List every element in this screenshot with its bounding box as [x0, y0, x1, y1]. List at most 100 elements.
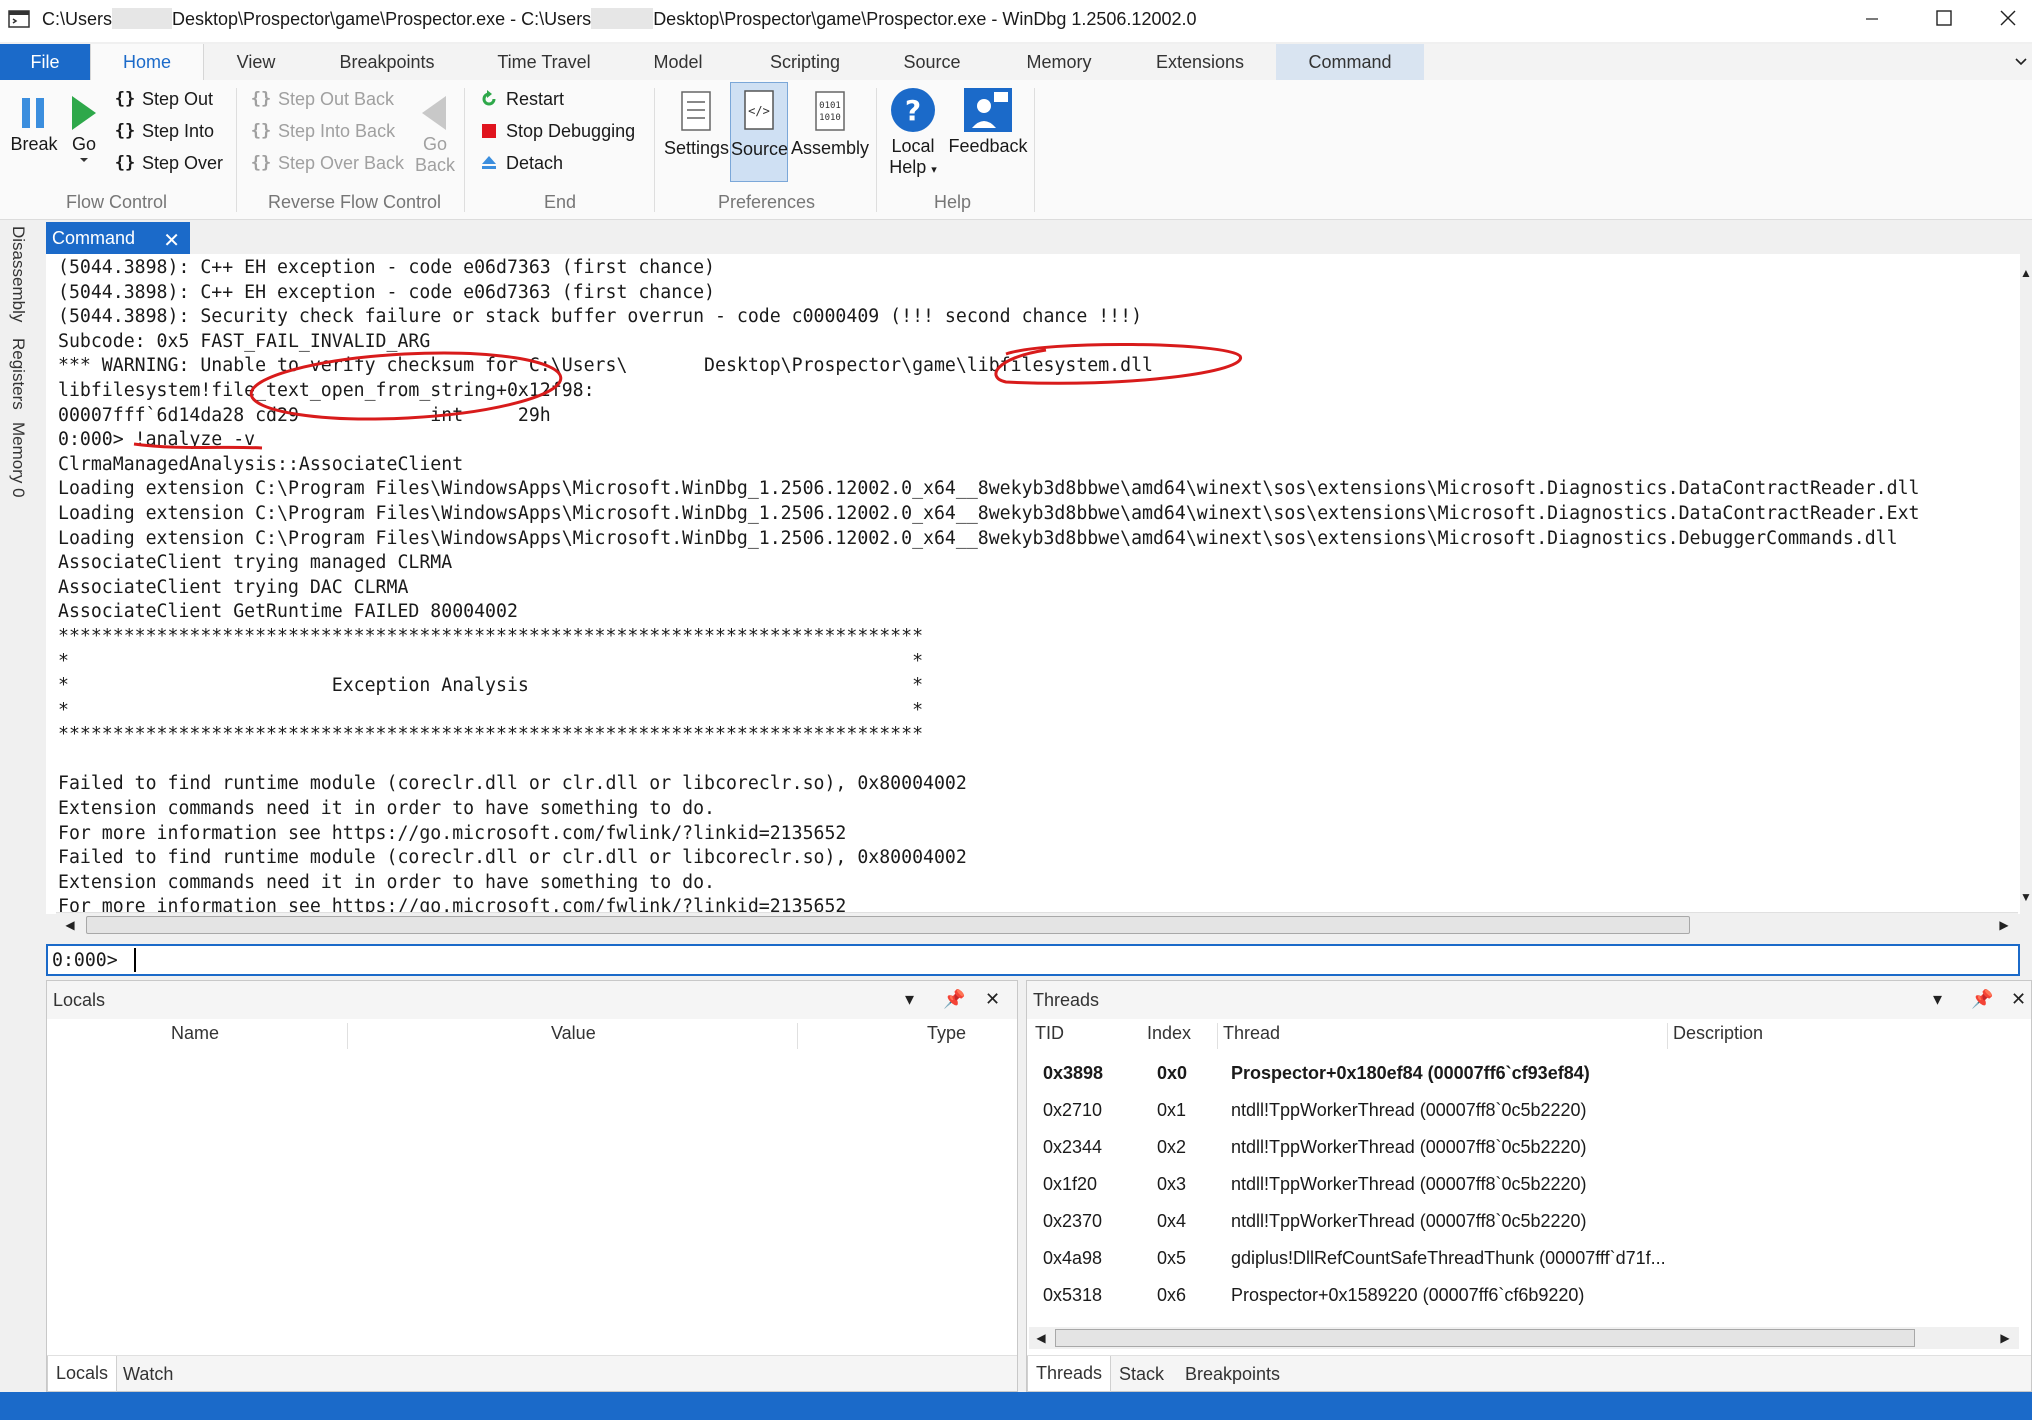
tab-memory[interactable]: Memory — [1012, 44, 1106, 80]
break-button[interactable]: Break — [8, 90, 60, 155]
command-prompt: 0:000> — [52, 950, 118, 971]
side-tab-registers[interactable]: Registers — [8, 338, 28, 410]
tab-threads[interactable]: Threads — [1027, 1356, 1112, 1392]
tab-view[interactable]: View — [214, 44, 298, 80]
threads-panel: Threads ▾ 📌 ✕ TID Index Thread Descripti… — [1026, 980, 2032, 1392]
thread-row[interactable]: 0x2710 0x1 ntdll!TppWorkerThread (00007ff8… — [1027, 1092, 2031, 1129]
command-output-line: libfilesystem!file_text_open_from_string… — [58, 379, 595, 401]
command-output[interactable]: (5044.3898): C++ EH exception - code e06… — [46, 254, 2020, 914]
assembly-button[interactable]: 0101 1010 Assembly — [790, 86, 870, 159]
threads-horizontal-scrollbar[interactable]: ◀ ▶ — [1029, 1327, 2019, 1349]
thread-row[interactable]: 0x1f20 0x3 ntdll!TppWorkerThread (00007ff8… — [1027, 1166, 2031, 1203]
close-icon[interactable]: ✕ — [2011, 989, 2026, 1010]
side-tab-memory-0[interactable]: Memory 0 — [8, 422, 28, 498]
reverse-flow-control-group-label: Reverse Flow Control — [268, 192, 442, 212]
go-back-button[interactable]: Go Back — [410, 90, 460, 176]
threads-column-index[interactable]: Index — [1147, 1023, 1191, 1051]
tab-time-travel[interactable]: Time Travel — [480, 44, 608, 80]
windbg-window: C:\Users Desktop\Prospector\game\Prospect… — [0, 0, 2032, 1420]
threads-column-description[interactable]: Description — [1673, 1023, 1763, 1051]
scroll-right-arrow-icon[interactable]: ▶ — [1992, 914, 2016, 936]
scroll-down-arrow-icon[interactable]: ▼ — [2014, 886, 2032, 908]
step-over-button[interactable]: {} Step Over — [112, 150, 223, 176]
close-window-button[interactable] — [1976, 0, 2032, 36]
column-separator[interactable] — [1667, 1023, 1668, 1049]
window-title-part: Desktop\Prospector\game\Prospector.exe -… — [653, 9, 1197, 29]
locals-column-value[interactable]: Value — [551, 1023, 596, 1051]
stop-debugging-button[interactable]: Stop Debugging — [476, 118, 635, 144]
threads-column-thread[interactable]: Thread — [1223, 1023, 1280, 1051]
command-output-line: Loading extension C:\Program Files\Windo… — [58, 478, 1920, 500]
feedback-button[interactable]: Feedback — [946, 84, 1030, 157]
local-help-button[interactable]: ? Local Help ▾ — [886, 84, 940, 178]
tab-locals[interactable]: Locals — [47, 1356, 118, 1392]
settings-button[interactable]: Settings — [664, 86, 729, 159]
column-separator[interactable] — [797, 1023, 798, 1049]
close-icon[interactable]: ✕ — [163, 228, 180, 253]
scroll-up-arrow-icon[interactable]: ▲ — [2014, 262, 2032, 284]
scroll-right-arrow-icon[interactable]: ▶ — [1993, 1327, 2017, 1349]
step-into-button[interactable]: {} Step Into — [112, 118, 214, 144]
locals-column-name[interactable]: Name — [171, 1023, 219, 1051]
thread-row[interactable]: 0x5318 0x6 Prospector+0x1589220 (00007ff6`… — [1027, 1277, 2031, 1314]
ribbon-separator — [1034, 88, 1035, 212]
thread-row[interactable]: 0x4a98 0x5 gdiplus!DllRefCountSafeThreadTh… — [1027, 1240, 2031, 1277]
ribbon-collapse-chevron-icon[interactable] — [2010, 44, 2032, 80]
scrollbar-thumb[interactable] — [1055, 1329, 1915, 1347]
step-out-back-button[interactable]: {} Step Out Back — [248, 86, 394, 112]
tab-breakpoints[interactable]: Breakpoints — [320, 44, 454, 80]
scroll-left-arrow-icon[interactable]: ◀ — [58, 914, 82, 936]
tab-scripting[interactable]: Scripting — [752, 44, 858, 80]
detach-button[interactable]: Detach — [476, 150, 563, 176]
locals-column-type[interactable]: Type — [927, 1023, 966, 1051]
dropdown-icon[interactable]: ▾ — [1933, 989, 1942, 1010]
dropdown-icon[interactable]: ▾ — [905, 989, 914, 1010]
tab-stack[interactable]: Stack — [1111, 1356, 1172, 1392]
scrollbar-thumb[interactable] — [86, 916, 1690, 934]
tab-extensions[interactable]: Extensions — [1142, 44, 1258, 80]
command-output-line: (5044.3898): C++ EH exception - code e06… — [58, 257, 715, 278]
command-output-line: ClrmaManagedAnalysis::AssociateClient — [58, 453, 464, 475]
source-label: Source — [731, 139, 789, 159]
tab-home[interactable]: Home — [90, 44, 204, 81]
command-tab[interactable]: Command ✕ — [46, 222, 190, 254]
thread-row[interactable]: 0x2344 0x2 ntdll!TppWorkerThread (00007ff8… — [1027, 1129, 2031, 1166]
stop-icon — [476, 118, 502, 144]
step-over-back-button[interactable]: {} Step Over Back — [248, 150, 404, 176]
step-out-button[interactable]: {} Step Out — [112, 86, 213, 112]
maximize-button[interactable] — [1912, 0, 1976, 36]
close-icon[interactable]: ✕ — [985, 989, 1000, 1010]
side-tab-disassembly[interactable]: Disassembly — [8, 226, 28, 322]
column-separator[interactable] — [1217, 1023, 1218, 1049]
pin-icon[interactable]: 📌 — [943, 989, 965, 1010]
thread-row[interactable]: 0x2370 0x4 ntdll!TppWorkerThread (00007ff8… — [1027, 1203, 2031, 1240]
tab-model[interactable]: Model — [636, 44, 720, 80]
ribbon-separator — [236, 88, 237, 212]
left-side-tabs: Disassembly Registers Memory 0 — [0, 222, 44, 1392]
restart-button[interactable]: Restart — [476, 86, 564, 112]
command-output-line: * * — [58, 699, 924, 721]
step-into-back-button[interactable]: {} Step Into Back — [248, 118, 395, 144]
pin-icon[interactable]: 📌 — [1971, 989, 1993, 1010]
tab-source[interactable]: Source — [888, 44, 976, 80]
windbg-app-icon — [8, 9, 32, 31]
go-button[interactable]: Go — [64, 90, 104, 165]
source-button[interactable]: </> Source — [730, 82, 788, 182]
column-separator[interactable] — [347, 1023, 348, 1049]
go-back-label: Back — [414, 155, 456, 175]
break-label: Break — [10, 134, 58, 154]
pause-icon — [22, 98, 44, 128]
tab-file[interactable]: File — [0, 44, 90, 80]
thread-row[interactable]: 0x3898 0x0 Prospector+0x180ef84 (00007ff6`… — [1027, 1055, 2031, 1092]
command-input[interactable] — [134, 948, 1994, 972]
threads-column-tid[interactable]: TID — [1035, 1023, 1064, 1051]
scroll-left-arrow-icon[interactable]: ◀ — [1029, 1327, 1053, 1349]
minimize-button[interactable] — [1840, 0, 1904, 36]
command-vertical-scrollbar[interactable]: ▲ ▼ — [2020, 262, 2032, 908]
play-icon — [72, 96, 96, 130]
tab-watch[interactable]: Watch — [115, 1356, 181, 1392]
command-horizontal-scrollbar[interactable]: ◀ ▶ — [56, 912, 2018, 936]
detach-label: Detach — [506, 152, 564, 173]
tab-command[interactable]: Command — [1276, 44, 1424, 80]
tab-breakpoints-panel[interactable]: Breakpoints — [1177, 1356, 1288, 1392]
